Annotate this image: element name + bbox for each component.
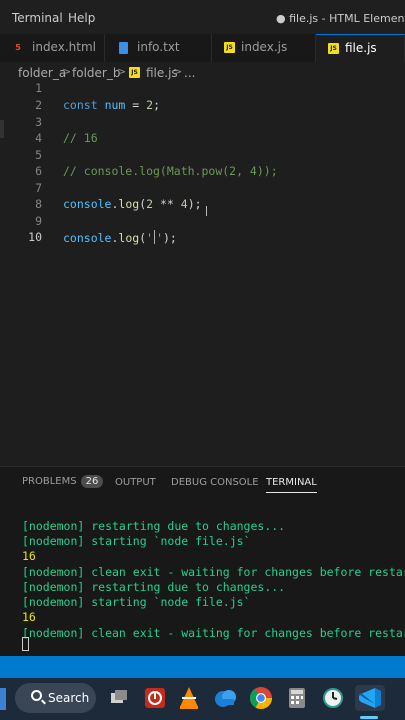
code-line-7: 7 — [0, 181, 405, 198]
line-number: 7 — [35, 181, 42, 195]
line-number: 4 — [35, 131, 42, 145]
cloud-app-icon[interactable] — [212, 685, 238, 711]
terminal-line: [nodemon] restarting due to changes... — [22, 519, 286, 533]
code-line-6: 6 // console.log(Math.pow(2, 4)); — [0, 164, 405, 181]
terminal-line: [nodemon] clean exit - waiting for chang… — [22, 626, 405, 640]
tab-output[interactable]: OUTPUT — [115, 477, 156, 488]
code-text: console.log(2 ** 4); — [63, 197, 202, 211]
taskbar-search[interactable]: Search — [15, 683, 96, 713]
line-number: 3 — [35, 115, 42, 129]
text-cursor — [154, 230, 156, 244]
search-label: Search — [48, 691, 90, 705]
start-icon[interactable] — [0, 688, 6, 710]
active-app-indicator — [360, 716, 378, 719]
tab-problems[interactable]: PROBLEMS 26 — [22, 475, 104, 488]
tab-debug-console[interactable]: DEBUG CONSOLE — [171, 477, 259, 488]
code-line-9: 9 — [0, 214, 405, 231]
line-number: 10 — [28, 230, 42, 244]
chevron-right-icon: > — [173, 65, 183, 78]
breadcrumb-symbols[interactable]: ... — [184, 66, 195, 80]
terminal-output: 16 — [22, 549, 36, 563]
code-line-4: 4 // 16 — [0, 131, 405, 148]
line-number: 9 — [35, 214, 42, 228]
code-editor[interactable]: 1 2 const num = 2; 3 4 // 16 5 6 // cons… — [0, 81, 405, 466]
chrome-icon[interactable] — [248, 685, 274, 711]
menu-help[interactable]: Help — [68, 11, 95, 25]
tab-index-html[interactable]: 5 index.html — [0, 34, 105, 62]
task-view-icon[interactable] — [106, 685, 132, 711]
mouse-ibeam-icon — [206, 206, 211, 216]
code-comment: // 16 — [63, 131, 98, 145]
line-number: 8 — [35, 197, 42, 211]
vlc-icon[interactable] — [176, 685, 202, 711]
js-file-icon: JS — [328, 43, 339, 54]
tab-file-js[interactable]: JS file.js — [316, 34, 405, 62]
code-comment: // console.log(Math.pow(2, 4)); — [63, 164, 278, 178]
code-line-10: 10 console.log(' '); — [0, 230, 405, 247]
problems-count-badge: 26 — [80, 475, 104, 488]
tab-index-js[interactable]: JS index.js — [212, 34, 316, 62]
title-bar: Terminal Help ● file.js - HTML Elements … — [0, 0, 405, 34]
terminal-line: [nodemon] restarting due to changes... — [22, 580, 286, 594]
code-text: const num = 2; — [63, 98, 160, 112]
breadcrumb-folder-a[interactable]: folder_a — [18, 66, 66, 80]
calculator-icon[interactable] — [284, 685, 310, 711]
line-number: 5 — [35, 148, 42, 162]
tab-label: index.html — [32, 40, 96, 54]
status-bar — [0, 656, 405, 678]
tab-terminal[interactable]: TERMINAL — [266, 477, 317, 493]
tab-label: file.js — [345, 41, 377, 55]
tab-label: info.txt — [137, 40, 180, 54]
js-file-icon: JS — [224, 42, 235, 53]
terminal-output: 16 — [22, 610, 36, 624]
code-line-5: 5 — [0, 148, 405, 165]
js-file-icon: JS — [129, 67, 140, 78]
code-line-1: 1 — [0, 81, 405, 98]
line-number: 6 — [35, 164, 42, 178]
search-icon — [31, 690, 42, 701]
app-red-icon[interactable] — [142, 685, 168, 711]
terminal-line: [nodemon] starting `node file.js` — [22, 595, 251, 609]
code-text: console.log(' '); — [63, 230, 177, 245]
terminal-line: [nodemon] clean exit - waiting for chang… — [22, 565, 405, 579]
line-number: 1 — [35, 81, 42, 95]
menu-terminal[interactable]: Terminal — [12, 11, 63, 25]
os-taskbar: Search — [0, 678, 405, 720]
vscode-icon[interactable] — [355, 685, 385, 711]
terminal-cursor[interactable] — [22, 637, 29, 651]
tab-info-txt[interactable]: info.txt — [105, 34, 212, 62]
chevron-right-icon: > — [117, 65, 127, 78]
line-number: 2 — [35, 98, 42, 112]
breadcrumb-folder-b[interactable]: folder_b — [72, 66, 120, 80]
editor-tab-bar: 5 index.html info.txt JS index.js JS fil… — [0, 34, 405, 62]
terminal-line: [nodemon] starting `node file.js` — [22, 534, 251, 548]
html5-icon: 5 — [15, 43, 21, 52]
chevron-right-icon: > — [62, 65, 72, 78]
code-line-8: 8 console.log(2 ** 4); — [0, 197, 405, 214]
bottom-panel: PROBLEMS 26 OUTPUT DEBUG CONSOLE TERMINAL… — [0, 466, 405, 656]
code-line-2: 2 const num = 2; — [0, 98, 405, 115]
text-file-icon — [119, 42, 128, 54]
tab-label: index.js — [241, 40, 288, 54]
code-line-3: 3 — [0, 115, 405, 132]
clock-app-icon[interactable] — [320, 685, 346, 711]
window-title: ● file.js - HTML Elements - V — [276, 12, 405, 25]
